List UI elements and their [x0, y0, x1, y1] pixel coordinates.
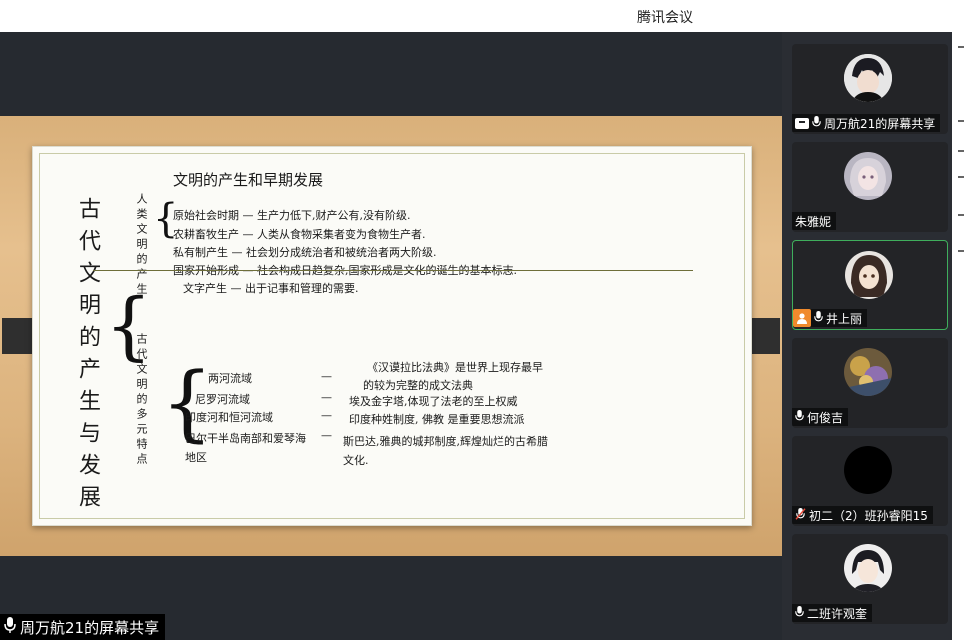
- region-note: 印度种姓制度, 佛教 是重要思想流派: [349, 413, 525, 426]
- participant-name-bar: 二班许观奎: [792, 604, 873, 622]
- participant-name: 朱雅妮: [795, 214, 832, 229]
- avatar: [845, 251, 893, 299]
- avatar: [844, 446, 892, 494]
- microphone-icon: [814, 310, 823, 326]
- group1-item: 私有制产生 — 社会划分成统治者和被统治者两大阶级.: [173, 246, 437, 259]
- toolbar-mark: [958, 120, 964, 122]
- microphone-icon: [795, 605, 804, 621]
- avatar: [844, 54, 892, 102]
- region-note: 埃及金字塔,体现了法老的至上权威: [349, 395, 518, 408]
- participant-tile-active[interactable]: 井上丽: [792, 240, 948, 330]
- microphone-icon: [4, 617, 16, 637]
- toolbar-mark: [958, 150, 964, 152]
- dash: —: [321, 429, 332, 442]
- slide-main-title: 古代文明的产生与发展: [75, 197, 100, 517]
- whiteboard-slide: 文明的产生和早期发展 古代文明的产生与发展 { 人类文明的产生 { 原始社会时期…: [32, 146, 752, 526]
- ruled-line: [93, 270, 693, 271]
- user-icon: [793, 309, 811, 327]
- toolbar-mark: [958, 214, 964, 216]
- screen-share-owner-text: 周万航21的屏幕共享: [20, 618, 160, 637]
- participant-name-bar: 朱雅妮: [792, 212, 837, 230]
- avatar: [844, 544, 892, 592]
- participant-name: 井上丽: [826, 311, 863, 326]
- group1-item: 原始社会时期 — 生产力低下,财产公有,没有阶级.: [173, 209, 411, 222]
- participant-name: 二班许观奎: [807, 606, 868, 621]
- participant-name: 周万航21的屏幕共享: [824, 116, 936, 131]
- participant-name-bar: 周万航21的屏幕共享: [792, 114, 941, 132]
- participant-tile[interactable]: 何俊吉: [792, 338, 948, 428]
- region-label: 尼罗河流域: [195, 393, 250, 406]
- dash: —: [321, 409, 332, 422]
- region-note: 《汉谟拉比法典》是世界上现存最早: [367, 361, 543, 374]
- toolbar-mark: [958, 176, 964, 178]
- microphone-icon: [795, 409, 804, 425]
- microphone-muted-icon: [795, 507, 806, 523]
- group1-label: 人类文明的产生: [135, 193, 148, 298]
- dash: —: [321, 370, 332, 383]
- region-label: 印度河和恒河流域: [185, 411, 273, 424]
- dash: —: [321, 391, 332, 404]
- participant-name: 初二（2）班孙睿阳15: [809, 508, 928, 523]
- participant-name-bar: 何俊吉: [792, 408, 849, 426]
- title-bar: 腾讯会议: [0, 0, 970, 32]
- participant-name-bar: 初二（2）班孙睿阳15: [792, 506, 933, 524]
- slide-heading: 文明的产生和早期发展: [173, 171, 324, 189]
- side-toolbar: [952, 32, 970, 640]
- participant-tile[interactable]: 周万航21的屏幕共享: [792, 44, 948, 134]
- screen-share-owner-label: 周万航21的屏幕共享: [0, 614, 166, 640]
- group1-item: 文字产生 — 出于记事和管理的需要.: [183, 282, 359, 295]
- toolbar-mark: [958, 46, 964, 48]
- participant-tile[interactable]: 初二（2）班孙睿阳15: [792, 436, 948, 526]
- avatar: [844, 152, 892, 200]
- toolbar-mark: [958, 250, 964, 252]
- participant-name-bar: 井上丽: [793, 309, 868, 327]
- region-note: 文化.: [343, 454, 369, 467]
- microphone-icon: [812, 115, 821, 131]
- region-note: 的较为完整的成文法典: [363, 379, 473, 392]
- app-title: 腾讯会议: [637, 10, 693, 26]
- group1-item: 农耕畜牧生产 — 人类从食物采集者变为食物生产者.: [173, 228, 426, 241]
- screen-share-icon: [795, 117, 809, 129]
- participant-tile[interactable]: 二班许观奎: [792, 534, 948, 624]
- group2-label: 古代文明的多元特点: [135, 333, 148, 468]
- region-label: 两河流域: [208, 372, 252, 385]
- region-label: 巴尔干半岛南部和爱琴海地区: [185, 432, 306, 464]
- participant-tile[interactable]: 朱雅妮: [792, 142, 948, 232]
- participant-name: 何俊吉: [807, 410, 844, 425]
- avatar: [844, 348, 892, 396]
- region-note: 斯巴达,雅典的城邦制度,辉煌灿烂的古希腊: [343, 435, 548, 448]
